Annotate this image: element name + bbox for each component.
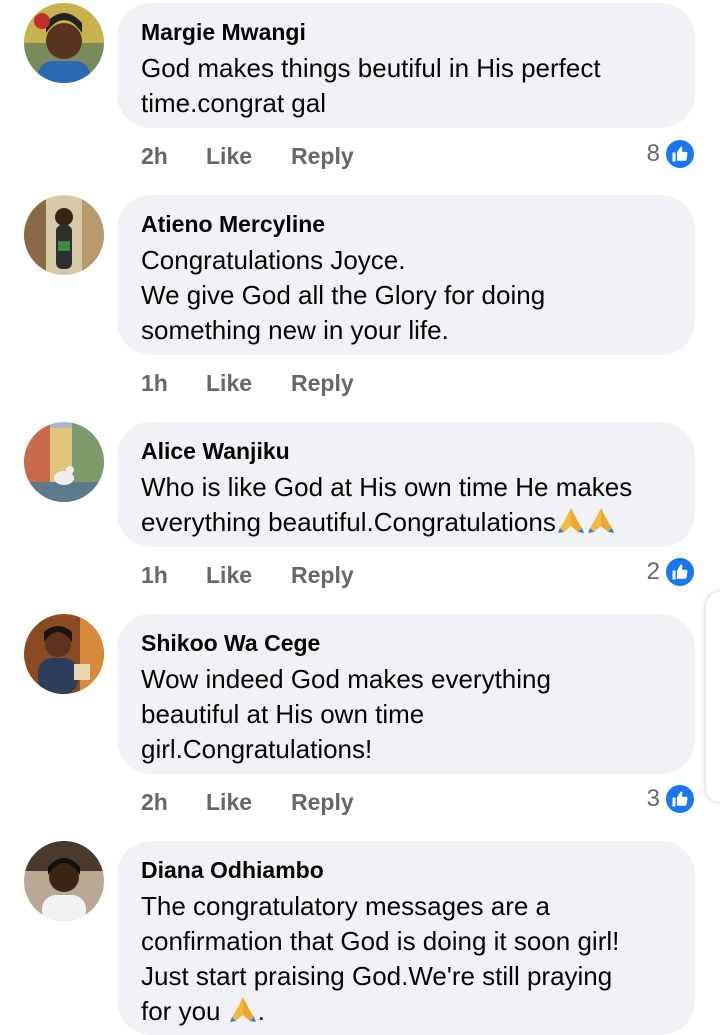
comment-bubble[interactable]: Alice Wanjiku Who is like God at His own… — [117, 422, 695, 547]
comment-bubble[interactable]: Shikoo Wa Cege Wow indeed God makes ever… — [117, 614, 695, 774]
comment-author[interactable]: Alice Wanjiku — [141, 438, 671, 464]
like-button[interactable]: Like — [206, 787, 252, 817]
comment-text: God makes things beutiful in His perfect… — [141, 53, 601, 118]
avatar[interactable] — [24, 3, 104, 83]
reply-button[interactable]: Reply — [291, 787, 354, 817]
reaction-summary[interactable]: 8 — [647, 138, 696, 170]
comment-text-body: The congratulatory messages are a confir… — [141, 891, 620, 1026]
thumbs-up-icon — [664, 138, 696, 170]
comment-bubble[interactable]: Diana Odhiambo The congratulatory messag… — [117, 841, 695, 1035]
reaction-summary[interactable]: 2 — [647, 556, 696, 588]
like-button[interactable]: Like — [206, 560, 252, 590]
like-button[interactable]: Like — [206, 141, 252, 171]
avatar[interactable] — [24, 614, 104, 694]
comment-text-suffix: . — [257, 996, 265, 1026]
comment-time: 1h — [141, 562, 168, 588]
like-button[interactable]: Like — [206, 368, 252, 398]
comment-author[interactable]: Shikoo Wa Cege — [141, 630, 671, 656]
comment-bubble[interactable]: Atieno Mercyline Congratulations Joyce. … — [117, 195, 695, 355]
comment-author[interactable]: Margie Mwangi — [141, 19, 671, 45]
profile-photo-icon — [24, 195, 104, 275]
comment-text: Congratulations Joyce. We give God all t… — [141, 245, 546, 345]
comment-text: Wow indeed God makes everything beautifu… — [141, 664, 551, 764]
reply-button[interactable]: Reply — [291, 560, 354, 590]
comment-time: 2h — [141, 143, 168, 169]
folded-hands-emoji-icon — [556, 506, 586, 534]
reaction-count: 3 — [646, 785, 660, 812]
profile-photo-icon — [24, 422, 104, 502]
comment-bubble[interactable]: Margie Mwangi God makes things beutiful … — [117, 3, 695, 128]
thumbs-up-icon — [664, 783, 696, 815]
folded-hands-emoji-icon — [586, 506, 616, 534]
comment-time: 1h — [141, 370, 168, 396]
reaction-summary[interactable]: 3 — [647, 783, 696, 815]
avatar[interactable] — [24, 195, 104, 275]
reply-button[interactable]: Reply — [291, 141, 354, 171]
thumbs-up-icon — [664, 556, 696, 588]
profile-photo-icon — [24, 3, 104, 83]
comment-text: Who is like God at His own time He makes… — [141, 470, 671, 540]
comment-text: The congratulatory messages are a confir… — [141, 889, 671, 1029]
comment-author[interactable]: Atieno Mercyline — [141, 211, 671, 237]
profile-photo-icon — [24, 614, 104, 694]
reaction-count: 2 — [646, 558, 660, 585]
avatar[interactable] — [24, 422, 104, 502]
reaction-count: 8 — [646, 140, 660, 167]
comment-time: 2h — [141, 789, 168, 815]
profile-photo-icon — [24, 841, 104, 921]
reply-button[interactable]: Reply — [291, 368, 354, 398]
comments-screen: Margie Mwangi God makes things beutiful … — [0, 0, 720, 1035]
comment-author[interactable]: Diana Odhiambo — [141, 857, 671, 883]
avatar[interactable] — [24, 841, 104, 921]
side-drawer-handle[interactable] — [706, 592, 720, 802]
folded-hands-emoji-icon — [228, 995, 258, 1023]
